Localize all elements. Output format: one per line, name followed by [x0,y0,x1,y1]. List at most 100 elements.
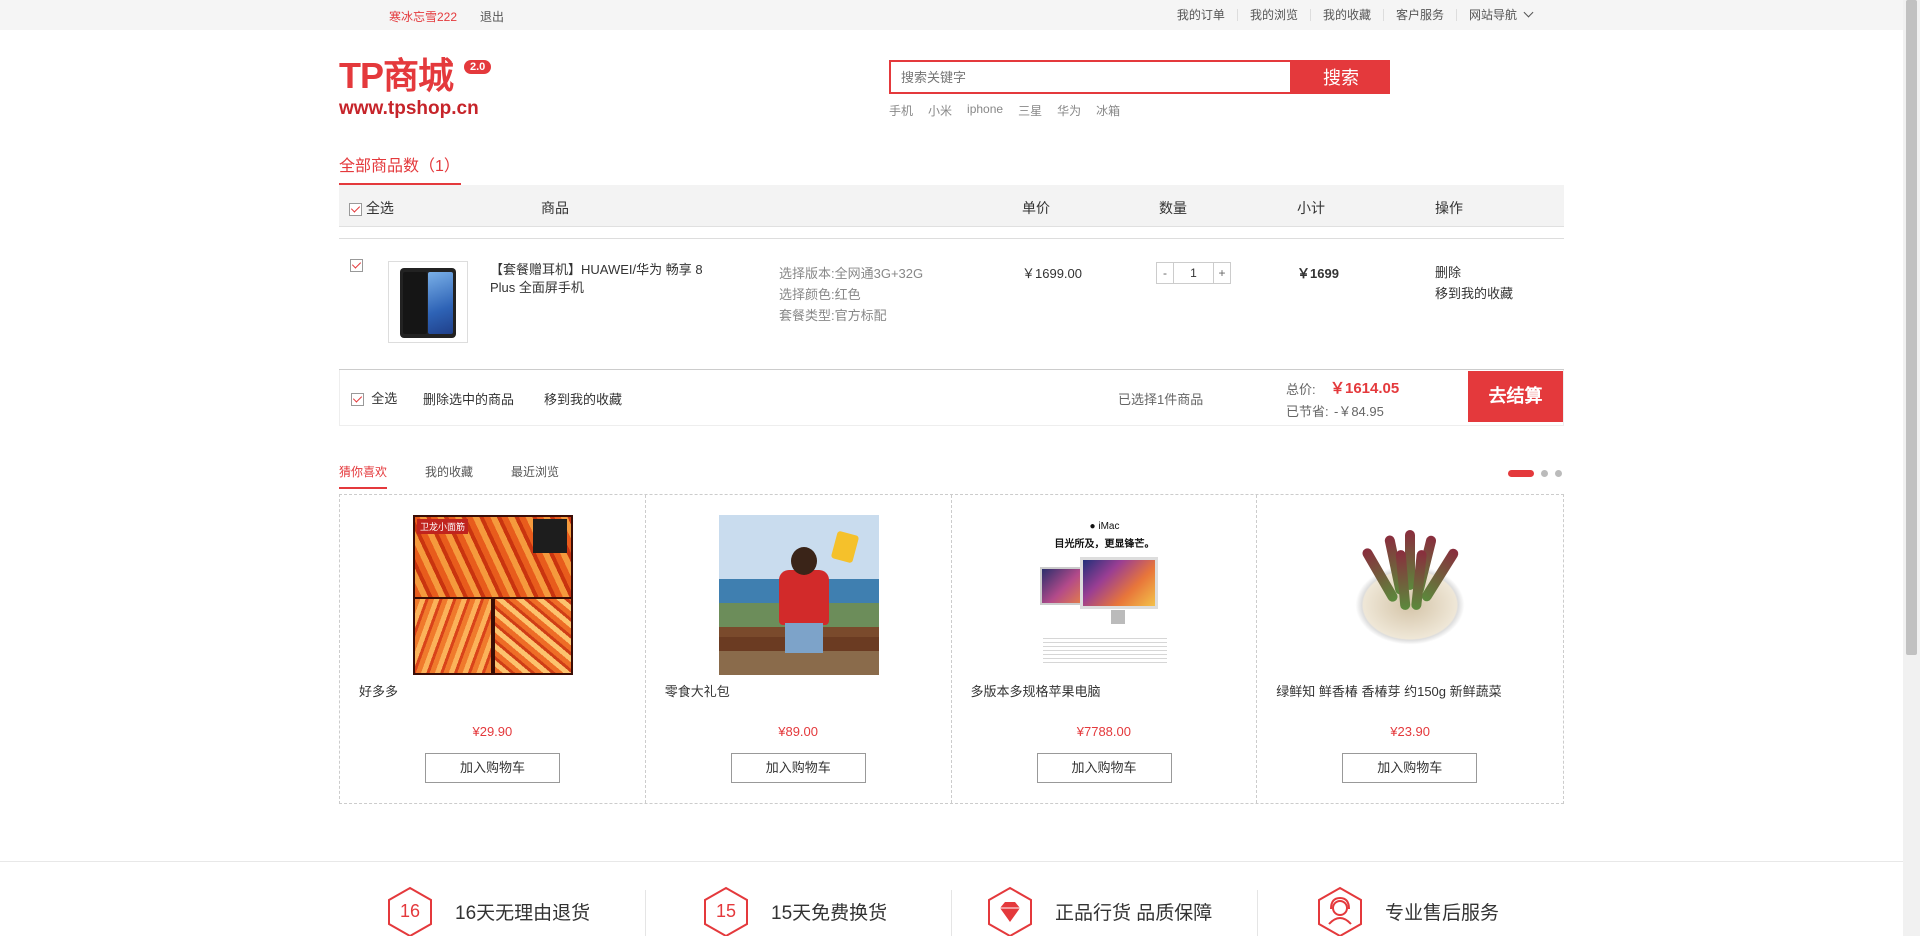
move-to-favorites-link[interactable]: 移到我的收藏 [1435,283,1513,304]
services-divider [0,861,1903,862]
hot-word-link[interactable]: 手机 [889,102,913,119]
username-link[interactable]: 寒冰忘雪222 [389,8,457,25]
product-specs: 选择版本:全网通3G+32G 选择颜色:红色 套餐类型:官方标配 [779,263,923,326]
customer-service-link[interactable]: 客户服务 [1382,9,1456,21]
checkbox-checked-icon[interactable] [351,393,364,407]
image-caption-brand: iMac [1098,521,1120,532]
item-subtotal: ￥1699 [1297,266,1339,281]
hot-word-link[interactable]: iphone [967,102,1003,119]
select-all-footer[interactable]: 全选 [351,388,397,407]
my-orders-link[interactable]: 我的订单 [1165,9,1237,21]
delete-link[interactable]: 删除 [1435,262,1513,283]
product-price: ¥89.00 [778,724,818,739]
hot-word-link[interactable]: 冰箱 [1096,102,1120,119]
service-label: 正品行货 品质保障 [1055,902,1213,924]
carousel-dot[interactable] [1555,470,1562,477]
hot-word-link[interactable]: 华为 [1057,102,1081,119]
carousel-dots [1508,470,1562,477]
search-input[interactable] [889,60,1292,94]
quantity-stepper: - 1 + [1156,262,1231,284]
logo[interactable]: TP商城 2.0 www.tpshop.cn [339,54,492,120]
selected-count: 已选择1件商品 [1118,392,1204,407]
hot-words: 手机 小米 iphone 三星 华为 冰箱 [889,102,1135,119]
logo-url: www.tpshop.cn [339,98,479,119]
total-label: 总价: [1286,382,1316,397]
quantity-input[interactable]: 1 [1174,263,1213,283]
service-label: 16天无理由退货 [455,902,591,924]
scrollbar-thumb[interactable] [1906,0,1917,655]
select-all-header[interactable]: 全选 [349,198,394,218]
exchange-days: 15 [715,901,737,921]
service-item: 正品行货 品质保障 [985,886,1212,936]
spec-package: 套餐类型:官方标配 [779,308,887,323]
move-selected-to-favorites-link[interactable]: 移到我的收藏 [544,389,622,408]
product-name[interactable]: 好多多 [359,681,398,700]
product-image[interactable] [1330,515,1491,675]
cart-header: 全选 商品 单价 数量 小计 操作 [339,185,1564,227]
item-unit-price: ￥1699.00 [1022,266,1082,281]
service-label: 专业售后服务 [1385,902,1500,924]
site-nav-dropdown[interactable]: 网站导航 [1455,7,1544,22]
service-person-icon [1315,886,1365,936]
product-name[interactable]: 多版本多规格苹果电脑 [971,681,1101,700]
search-button[interactable]: 搜索 [1292,60,1390,94]
quantity-plus-button[interactable]: + [1213,263,1230,283]
hot-word-link[interactable]: 小米 [928,102,952,119]
add-to-cart-button[interactable]: 加入购物车 [1342,753,1478,783]
checkout-button[interactable]: 去结算 [1468,371,1563,422]
service-label: 15天免费换货 [771,902,888,924]
product-price: ¥23.90 [1390,724,1430,739]
recommend-tabs: 猜你喜欢 我的收藏 最近浏览 [339,463,597,489]
scrollbar[interactable] [1903,0,1920,936]
tab-recently-viewed[interactable]: 最近浏览 [511,463,559,489]
image-caption-title: ● iMac [1025,521,1185,532]
product-image[interactable] [718,515,879,675]
return-days: 16 [399,901,421,921]
service-item: 专业售后服务 [1315,886,1499,936]
item-actions: 删除 移到我的收藏 [1435,262,1513,304]
cart-item-row: 【套餐赠耳机】HUAWEI/华为 畅享 8 Plus 全面屏手机 选择版本:全网… [339,238,1564,370]
top-links: 我的订单 我的浏览 我的收藏 客户服务 网站导航 [1165,0,1544,30]
tab-my-favorites[interactable]: 我的收藏 [425,463,473,489]
apple-logo-icon: ● [1089,521,1096,532]
spec-color: 选择颜色:红色 [779,287,861,302]
item-checkbox[interactable] [350,259,363,272]
delete-selected-link[interactable]: 删除选中的商品 [423,389,514,408]
column-unit-price: 单价 [1022,200,1050,216]
my-favorites-link[interactable]: 我的收藏 [1309,9,1383,21]
carousel-dot[interactable] [1541,470,1548,477]
product-card: 卫龙小面筋 好多多 ¥29.90 加入购物车 [340,495,646,803]
tab-guess-you-like[interactable]: 猜你喜欢 [339,463,388,489]
column-operation: 操作 [1435,200,1463,216]
product-image[interactable]: 卫龙小面筋 [413,515,573,675]
add-to-cart-button[interactable]: 加入购物车 [730,753,866,783]
quantity-minus-button[interactable]: - [1157,263,1174,283]
hot-word-link[interactable]: 三星 [1018,102,1042,119]
page: 寒冰忘雪222 退出 我的订单 我的浏览 我的收藏 客户服务 网站导航 TP商城… [0,0,1920,936]
image-caption-slogan: 目光所及，更显锋芒。 [1054,539,1155,550]
cart-footer: 全选 删除选中的商品 移到我的收藏 已选择1件商品 总价: ￥1614.05 已… [339,370,1564,426]
service-item: 15 15天免费换货 [701,886,887,936]
checkbox-checked-icon[interactable] [349,202,362,216]
column-product: 商品 [541,200,569,216]
divider [1257,890,1258,936]
product-name[interactable]: 零食大礼包 [665,681,730,700]
product-image[interactable]: ● iMac 目光所及，更显锋芒。 [1024,515,1185,675]
add-to-cart-button[interactable]: 加入购物车 [425,753,560,783]
logo-version-badge: 2.0 [464,60,492,74]
product-name-link[interactable]: 【套餐赠耳机】HUAWEI/华为 畅享 8 Plus 全面屏手机 [490,261,715,297]
logout-link[interactable]: 退出 [480,8,504,25]
product-card: ● iMac 目光所及，更显锋芒。 多版本多规格苹果电脑 ¥7788.00 加入… [952,495,1258,803]
product-name[interactable]: 绿鲜知 鲜香椿 香椿芽 约150g 新鲜蔬菜 [1276,681,1501,700]
site-nav-label: 网站导航 [1468,8,1517,22]
product-price: ¥7788.00 [1076,724,1131,739]
search-bar: 搜索 [889,60,1390,94]
top-bar: 寒冰忘雪222 退出 我的订单 我的浏览 我的收藏 客户服务 网站导航 [0,0,1903,30]
select-all-label: 全选 [365,200,394,216]
carousel-dot-active[interactable] [1508,470,1534,477]
my-history-link[interactable]: 我的浏览 [1236,9,1310,21]
product-thumbnail[interactable] [388,261,468,343]
image-tag: 卫龙小面筋 [417,519,469,534]
add-to-cart-button[interactable]: 加入购物车 [1036,753,1172,783]
logo-text: TP商城 [339,55,454,96]
